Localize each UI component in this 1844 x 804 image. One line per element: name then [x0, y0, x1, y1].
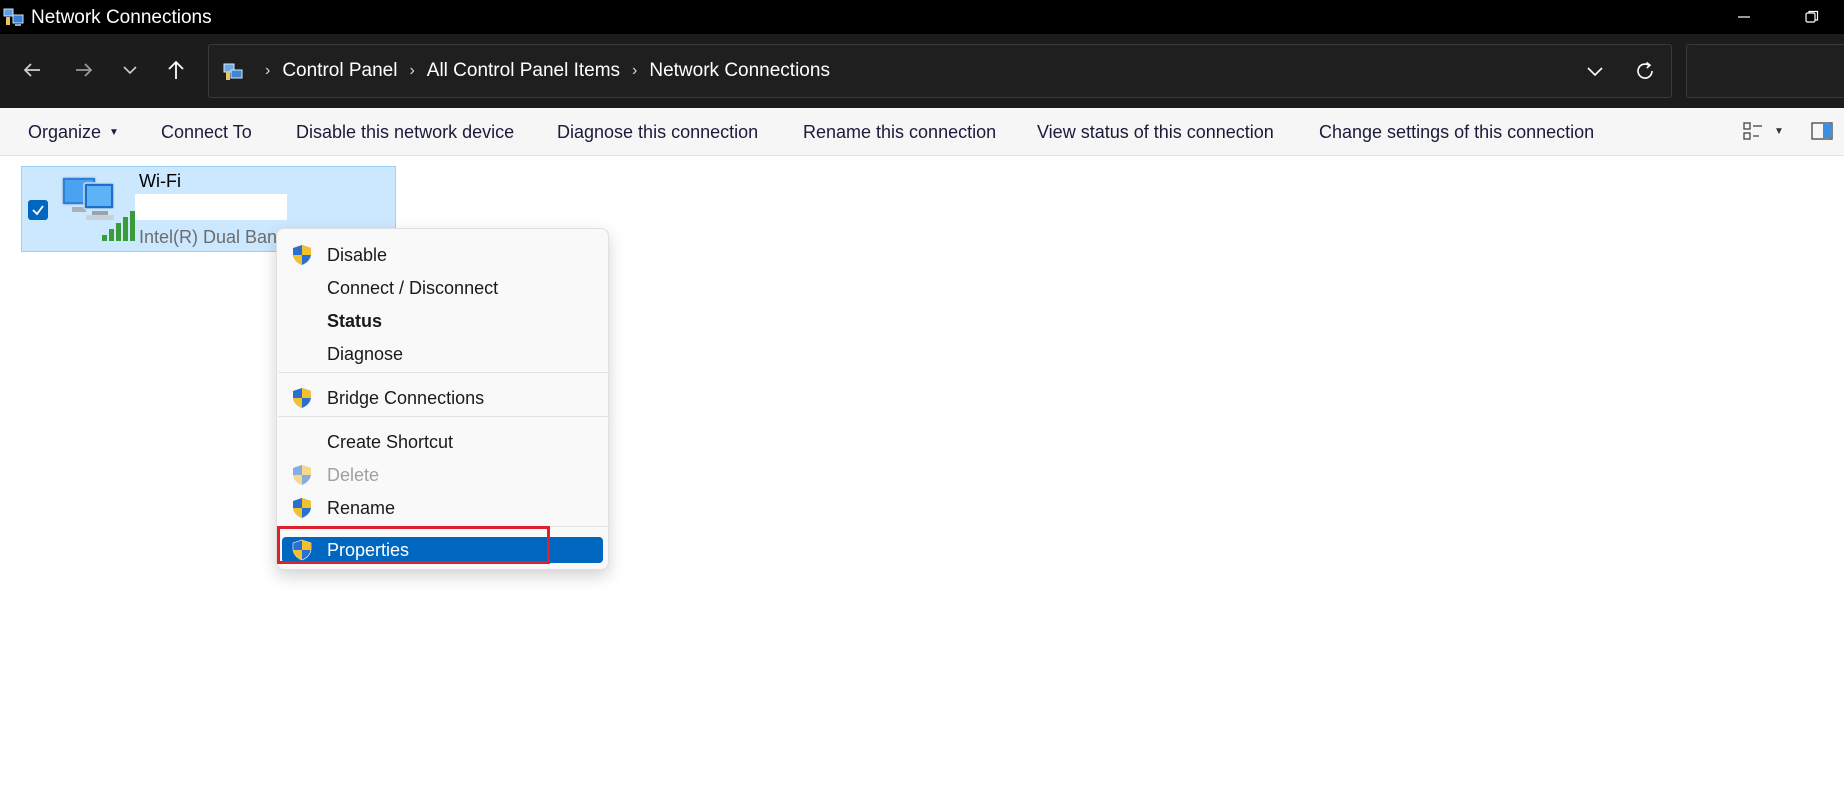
- menu-item-label: Create Shortcut: [327, 431, 454, 452]
- wireless-adapter-icon: [61, 176, 135, 241]
- forward-button[interactable]: [66, 52, 102, 88]
- menu-item-label: Diagnose: [327, 343, 404, 364]
- breadcrumb: › Control Panel › All Control Panel Item…: [253, 45, 830, 97]
- restore-button[interactable]: [1782, 0, 1842, 34]
- up-button[interactable]: [158, 52, 194, 88]
- menu-item-label: Status: [327, 310, 383, 331]
- menu-item-delete: Delete: [282, 460, 603, 490]
- arrow-left-icon: [23, 63, 40, 77]
- address-bar[interactable]: › Control Panel › All Control Panel Item…: [208, 44, 1672, 98]
- uac-shield-icon: [293, 465, 311, 485]
- menu-item-connect-disconnect[interactable]: Connect / Disconnect: [282, 273, 603, 303]
- change-settings-label: Change settings of this connection: [1319, 121, 1595, 142]
- refresh-icon: [1637, 61, 1653, 79]
- command-bar: Organize ▼ Connect To Disable this netwo…: [0, 108, 1844, 156]
- title-bar: Network Connections: [0, 0, 1844, 34]
- connect-to-label: Connect To: [161, 121, 252, 142]
- control-panel-icon: [223, 63, 243, 80]
- chevron-down-icon: [1587, 67, 1603, 77]
- menu-separator: [278, 416, 609, 417]
- view-status-button[interactable]: View status of this connection: [1037, 108, 1274, 156]
- minimize-button[interactable]: [1714, 0, 1774, 34]
- arrow-up-icon: [168, 60, 184, 79]
- connect-to-button[interactable]: Connect To: [161, 108, 252, 156]
- navigation-bar: › Control Panel › All Control Panel Item…: [0, 34, 1844, 108]
- caret-down-icon: ▼: [109, 126, 119, 138]
- change-view-icon[interactable]: [1742, 120, 1766, 142]
- diagnose-connection-label: Diagnose this connection: [557, 121, 759, 142]
- recent-locations-button[interactable]: [112, 52, 148, 88]
- window-title: Network Connections: [31, 7, 212, 28]
- breadcrumb-all-control-panel-items[interactable]: All Control Panel Items: [427, 60, 620, 82]
- refresh-button[interactable]: [1627, 53, 1663, 89]
- menu-item-disable[interactable]: Disable: [282, 240, 603, 270]
- redacted-network-name: [135, 194, 287, 220]
- uac-shield-icon: [293, 498, 311, 518]
- selection-checkbox[interactable]: [28, 200, 48, 220]
- breadcrumb-network-connections[interactable]: Network Connections: [649, 60, 830, 82]
- menu-item-rename[interactable]: Rename: [282, 493, 603, 523]
- menu-separator: [278, 526, 609, 527]
- breadcrumb-separator-icon: ›: [409, 62, 415, 79]
- organize-label: Organize: [28, 121, 102, 142]
- connection-device: Intel(R) Dual Band: [139, 227, 288, 247]
- menu-item-label: Connect / Disconnect: [327, 277, 499, 298]
- rename-connection-label: Rename this connection: [803, 121, 997, 142]
- disable-device-label: Disable this network device: [296, 121, 515, 142]
- checkmark-icon: [32, 205, 44, 216]
- menu-item-label: Rename: [327, 497, 396, 518]
- menu-item-properties[interactable]: Properties: [282, 537, 603, 563]
- view-options: ▼: [1742, 120, 1836, 142]
- minimize-icon: [1738, 16, 1750, 18]
- menu-item-diagnose[interactable]: Diagnose: [282, 339, 603, 369]
- uac-shield-icon: [293, 245, 311, 265]
- menu-item-label: Delete: [327, 464, 380, 485]
- search-input[interactable]: [1686, 44, 1844, 98]
- organize-button[interactable]: Organize ▼: [28, 108, 119, 156]
- caret-down-icon[interactable]: ▼: [1774, 126, 1784, 137]
- uac-shield-icon: [293, 388, 311, 408]
- disable-device-button[interactable]: Disable this network device: [296, 108, 514, 156]
- restore-icon: [1805, 10, 1819, 23]
- network-connections-app-icon: [3, 8, 24, 26]
- menu-item-status[interactable]: Status: [282, 306, 603, 336]
- diagnose-connection-button[interactable]: Diagnose this connection: [557, 108, 758, 156]
- breadcrumb-separator-icon: ›: [632, 62, 638, 79]
- uac-shield-icon: [292, 539, 312, 561]
- address-history-button[interactable]: [1577, 53, 1613, 89]
- chevron-down-icon: [123, 66, 137, 75]
- menu-item-bridge-connections[interactable]: Bridge Connections: [282, 383, 603, 413]
- rename-connection-button[interactable]: Rename this connection: [803, 108, 996, 156]
- breadcrumb-control-panel[interactable]: Control Panel: [282, 60, 397, 82]
- breadcrumb-separator-icon: ›: [265, 62, 271, 79]
- context-menu: Disable Connect / Disconnect Status Diag…: [276, 228, 609, 570]
- menu-item-label: Properties: [327, 539, 410, 560]
- menu-item-label: Disable: [327, 244, 388, 265]
- change-settings-button[interactable]: Change settings of this connection: [1319, 108, 1594, 156]
- preview-pane-icon[interactable]: [1810, 120, 1836, 142]
- menu-item-label: Bridge Connections: [327, 387, 485, 408]
- menu-separator: [278, 372, 609, 373]
- connection-name: Wi-Fi: [139, 171, 181, 191]
- back-button[interactable]: [14, 52, 50, 88]
- view-status-label: View status of this connection: [1037, 121, 1274, 142]
- arrow-right-icon: [76, 63, 93, 77]
- menu-item-create-shortcut[interactable]: Create Shortcut: [282, 427, 603, 457]
